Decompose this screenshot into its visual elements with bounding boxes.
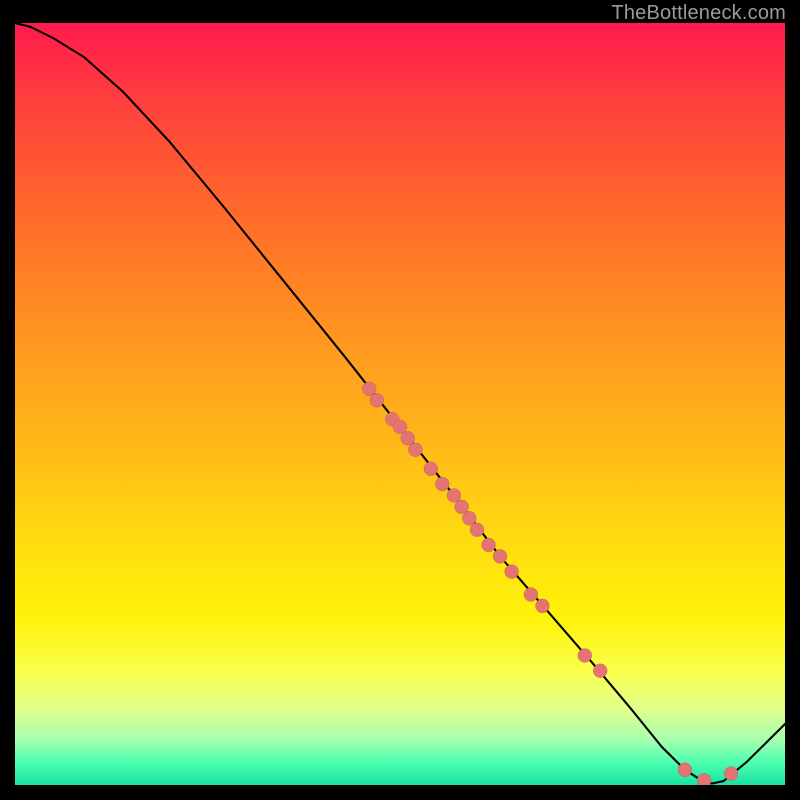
watermark-text: TheBottleneck.com (611, 2, 786, 25)
chart-stage: TheBottleneck.com (0, 0, 800, 800)
plot-area (15, 23, 785, 785)
